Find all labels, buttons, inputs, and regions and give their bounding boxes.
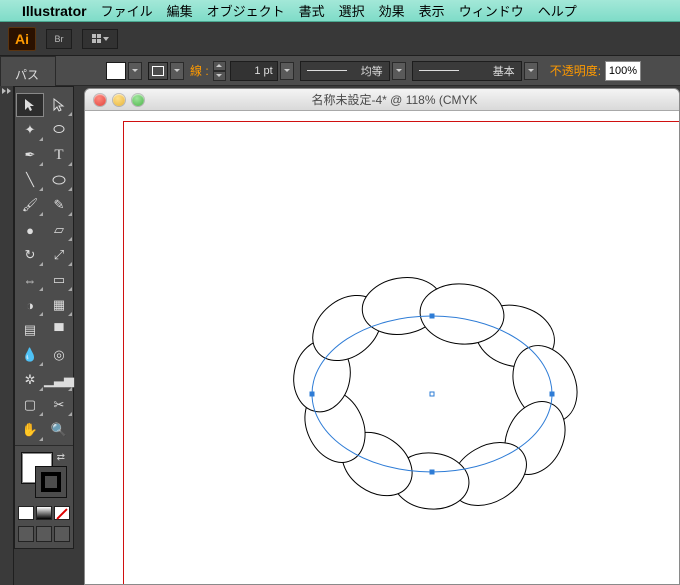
color-mode-row bbox=[15, 502, 73, 524]
bridge-button[interactable]: Br bbox=[46, 29, 72, 49]
blend-tool[interactable]: ◎ bbox=[45, 343, 73, 367]
scale-tool[interactable]: ⤢ bbox=[45, 243, 73, 267]
pen-tool[interactable]: ✒ bbox=[16, 143, 44, 167]
swap-fill-stroke-icon[interactable]: ⇄ bbox=[57, 452, 65, 463]
control-tab[interactable]: パス bbox=[0, 56, 56, 86]
zoom-tool[interactable]: 🔍 bbox=[45, 418, 73, 442]
opacity-input[interactable]: 100% bbox=[605, 61, 641, 81]
draw-normal[interactable] bbox=[18, 526, 34, 542]
artwork[interactable] bbox=[277, 266, 587, 506]
perspective-tool[interactable]: ▦ bbox=[45, 293, 73, 317]
slice-tool[interactable]: ✂ bbox=[45, 393, 73, 417]
grid-icon bbox=[92, 34, 101, 43]
menu-object[interactable]: オブジェクト bbox=[207, 1, 285, 20]
magic-wand-tool[interactable]: ✦ bbox=[16, 118, 44, 142]
document-title: 名称未設定-4* @ 118% (CMYK bbox=[144, 91, 679, 108]
illustrator-logo: Ai bbox=[8, 27, 36, 51]
canvas[interactable] bbox=[85, 111, 679, 584]
menu-edit[interactable]: 編集 bbox=[167, 1, 193, 20]
anchor-right[interactable] bbox=[550, 392, 555, 397]
artboard-tool[interactable]: ▢ bbox=[16, 393, 44, 417]
color-mode[interactable] bbox=[18, 506, 34, 520]
free-transform-tool[interactable]: ▭ bbox=[45, 268, 73, 292]
document-window: 名称未設定-4* @ 118% (CMYK bbox=[84, 88, 680, 585]
opacity-label: 不透明度: bbox=[550, 62, 601, 79]
stroke-swatch[interactable] bbox=[148, 62, 168, 80]
type-tool[interactable]: T bbox=[45, 143, 73, 167]
variable-width-profile[interactable]: 均等 bbox=[300, 61, 390, 81]
width-tool[interactable]: ⇔ bbox=[16, 268, 44, 292]
hand-tool[interactable]: ✋ bbox=[16, 418, 44, 442]
app-name[interactable]: Illustrator bbox=[22, 3, 87, 19]
bridge-icon: Br bbox=[55, 34, 64, 44]
stroke-label: 線 : bbox=[190, 62, 209, 79]
zoom-window-button[interactable] bbox=[132, 94, 144, 106]
menu-help[interactable]: ヘルプ bbox=[538, 1, 577, 20]
line-tool[interactable]: ╲ bbox=[16, 168, 44, 192]
rotate-tool[interactable]: ↻ bbox=[16, 243, 44, 267]
brush-definition[interactable]: 基本 bbox=[412, 61, 522, 81]
stroke-weight-input[interactable]: 1 pt bbox=[230, 61, 278, 81]
selection-tool[interactable] bbox=[16, 93, 44, 117]
fill-swatch[interactable] bbox=[106, 62, 126, 80]
expand-icon bbox=[2, 88, 12, 94]
lasso-tool[interactable] bbox=[45, 118, 73, 142]
line-icon bbox=[419, 70, 459, 71]
menu-file[interactable]: ファイル bbox=[101, 1, 153, 20]
blob-brush-tool[interactable]: ● bbox=[16, 218, 44, 242]
application-bar: Ai Br bbox=[0, 22, 680, 56]
stroke-color[interactable] bbox=[35, 466, 67, 498]
menu-view[interactable]: 表示 bbox=[419, 1, 445, 20]
close-window-button[interactable] bbox=[94, 94, 106, 106]
eyedropper-tool[interactable]: 💧 bbox=[16, 343, 44, 367]
stroke-dropdown[interactable] bbox=[170, 62, 184, 80]
eraser-tool[interactable]: ▱ bbox=[45, 218, 73, 242]
window-controls bbox=[85, 94, 144, 106]
brush-basic-label: 基本 bbox=[493, 63, 515, 79]
brush-tool[interactable]: 🖌 bbox=[16, 193, 44, 217]
gradient-tool[interactable]: ▀ bbox=[45, 318, 73, 342]
gradient-mode[interactable] bbox=[36, 506, 52, 520]
control-tab-label: パス bbox=[15, 66, 39, 83]
draw-behind[interactable] bbox=[36, 526, 52, 542]
fill-dropdown[interactable] bbox=[128, 62, 142, 80]
line-icon bbox=[307, 70, 347, 71]
draw-inside[interactable] bbox=[54, 526, 70, 542]
menu-window[interactable]: ウィンドウ bbox=[459, 1, 524, 20]
direct-selection-tool[interactable] bbox=[45, 93, 73, 117]
ellipse-tool[interactable] bbox=[45, 168, 73, 192]
menu-select[interactable]: 選択 bbox=[339, 1, 365, 20]
menu-type[interactable]: 書式 bbox=[299, 1, 325, 20]
panel-collapse-strip[interactable] bbox=[0, 86, 14, 585]
anchor-center[interactable] bbox=[430, 392, 435, 397]
tools-panel: ✦ ✒ T ╲ 🖌 ✎ ● ▱ ↻ ⤢ ⇔ ▭ ◑ ▦ ▤ ▀ 💧 ◎ ✲ ▁▃… bbox=[14, 86, 74, 549]
stroke-weight-dropdown[interactable] bbox=[280, 62, 294, 80]
profile-dropdown[interactable] bbox=[392, 62, 406, 80]
graph-tool[interactable]: ▁▃▅ bbox=[45, 368, 73, 392]
none-mode[interactable] bbox=[54, 506, 70, 520]
anchor-left[interactable] bbox=[310, 392, 315, 397]
chevron-down-icon bbox=[103, 37, 109, 41]
fill-stroke-control[interactable]: ⇄ bbox=[21, 452, 73, 502]
anchor-bottom[interactable] bbox=[430, 470, 435, 475]
shape-builder-tool[interactable]: ◑ bbox=[16, 293, 44, 317]
mac-menu-bar: Illustrator ファイル 編集 オブジェクト 書式 選択 効果 表示 ウ… bbox=[0, 0, 680, 22]
document-titlebar[interactable]: 名称未設定-4* @ 118% (CMYK bbox=[85, 89, 679, 111]
stroke-weight-stepper[interactable] bbox=[213, 61, 226, 81]
symbol-sprayer-tool[interactable]: ✲ bbox=[16, 368, 44, 392]
minimize-window-button[interactable] bbox=[113, 94, 125, 106]
pencil-tool[interactable]: ✎ bbox=[45, 193, 73, 217]
control-bar: パス 線 : 1 pt 均等 基本 不透明度: 100% bbox=[0, 56, 680, 86]
menu-effect[interactable]: 効果 bbox=[379, 1, 405, 20]
brush-dropdown[interactable] bbox=[524, 62, 538, 80]
draw-mode-row bbox=[15, 524, 73, 548]
arrange-documents-button[interactable] bbox=[82, 29, 118, 49]
anchor-top[interactable] bbox=[430, 314, 435, 319]
profile-uniform-label: 均等 bbox=[361, 63, 383, 79]
mesh-tool[interactable]: ▤ bbox=[16, 318, 44, 342]
